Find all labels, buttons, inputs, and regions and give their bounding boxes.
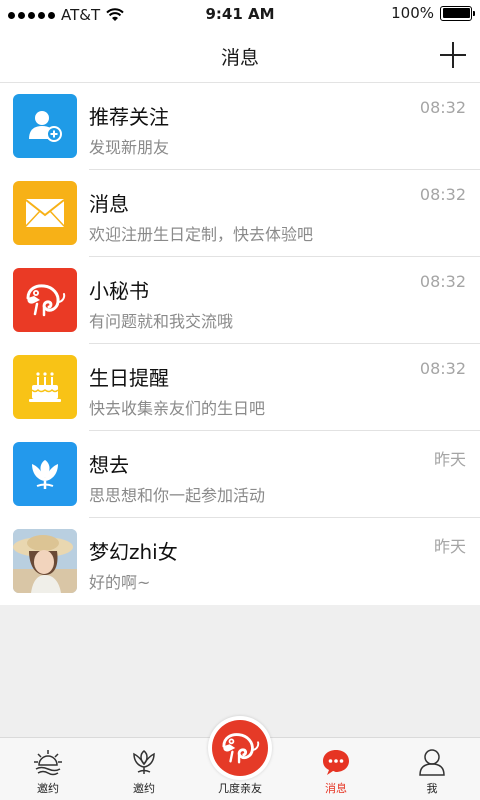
item-subtitle: 发现新朋友 (89, 138, 170, 157)
person-icon (419, 749, 445, 776)
item-time: 08:32 (419, 185, 466, 204)
tulip-icon (13, 442, 77, 506)
battery-icon (440, 5, 475, 21)
page-title: 消息 (220, 47, 259, 69)
battery-percent: 100% (391, 4, 434, 22)
list-item-want-to-go[interactable]: 想去 思思想和你一起参加活动 昨天 (0, 431, 480, 518)
chameleon-icon (212, 720, 268, 776)
message-list: 推荐关注 发现新朋友 08:32 消息 欢迎注册生日定制，快去体验吧 08:32 (0, 83, 480, 605)
nav-bar: 消息 (0, 30, 480, 83)
tulip-outline-icon (133, 750, 155, 774)
item-subtitle: 快去收集亲友们的生日吧 (89, 399, 266, 418)
tab-messages[interactable]: 消息 (288, 738, 384, 800)
user-avatar (13, 529, 77, 593)
item-subtitle: 有问题就和我交流哦 (89, 312, 234, 331)
sun-icon (34, 750, 62, 776)
item-title: 梦幻zhi女 (89, 540, 178, 564)
add-user-icon (13, 94, 77, 158)
list-item-assistant[interactable]: 小秘书 有问题就和我交流哦 08:32 (0, 257, 480, 344)
item-subtitle: 欢迎注册生日定制，快去体验吧 (89, 225, 314, 244)
tab-invite[interactable]: 邀约 (0, 738, 96, 800)
item-time: 昨天 (433, 450, 466, 469)
tab-label: 邀约 (37, 782, 59, 795)
status-right: 100% (391, 4, 475, 22)
tab-label: 几度亲友 (218, 782, 262, 795)
item-title: 想去 (89, 453, 129, 477)
chat-bubble-icon (323, 750, 349, 775)
item-title: 推荐关注 (89, 105, 169, 129)
tab-label: 邀约 (133, 782, 155, 795)
item-title: 生日提醒 (89, 366, 169, 390)
item-time: 08:32 (419, 272, 466, 291)
status-bar: AT&T 9:41 AM 100% (0, 0, 480, 30)
item-title: 消息 (89, 192, 129, 216)
list-item-messages[interactable]: 消息 欢迎注册生日定制，快去体验吧 08:32 (0, 170, 480, 257)
add-button[interactable] (438, 40, 468, 70)
tab-me[interactable]: 我 (384, 738, 480, 800)
item-time: 昨天 (433, 537, 466, 556)
tab-invite-2[interactable]: 邀约 (96, 738, 192, 800)
item-title: 小秘书 (89, 279, 149, 303)
tab-label: 消息 (325, 782, 347, 795)
item-time: 08:32 (419, 98, 466, 117)
list-item-user-chat[interactable]: 梦幻zhi女 好的啊~ 昨天 (0, 518, 480, 605)
envelope-icon (13, 181, 77, 245)
item-subtitle: 好的啊~ (89, 573, 151, 592)
tab-label: 我 (426, 782, 438, 795)
center-chameleon-button[interactable] (208, 716, 272, 780)
chameleon-icon (13, 268, 77, 332)
item-time: 08:32 (419, 359, 466, 378)
list-item-birthday-reminder[interactable]: 生日提醒 快去收集亲友们的生日吧 08:32 (0, 344, 480, 431)
list-item-recommend[interactable]: 推荐关注 发现新朋友 08:32 (0, 83, 480, 170)
cake-icon (13, 355, 77, 419)
item-subtitle: 思思想和你一起参加活动 (89, 486, 266, 505)
